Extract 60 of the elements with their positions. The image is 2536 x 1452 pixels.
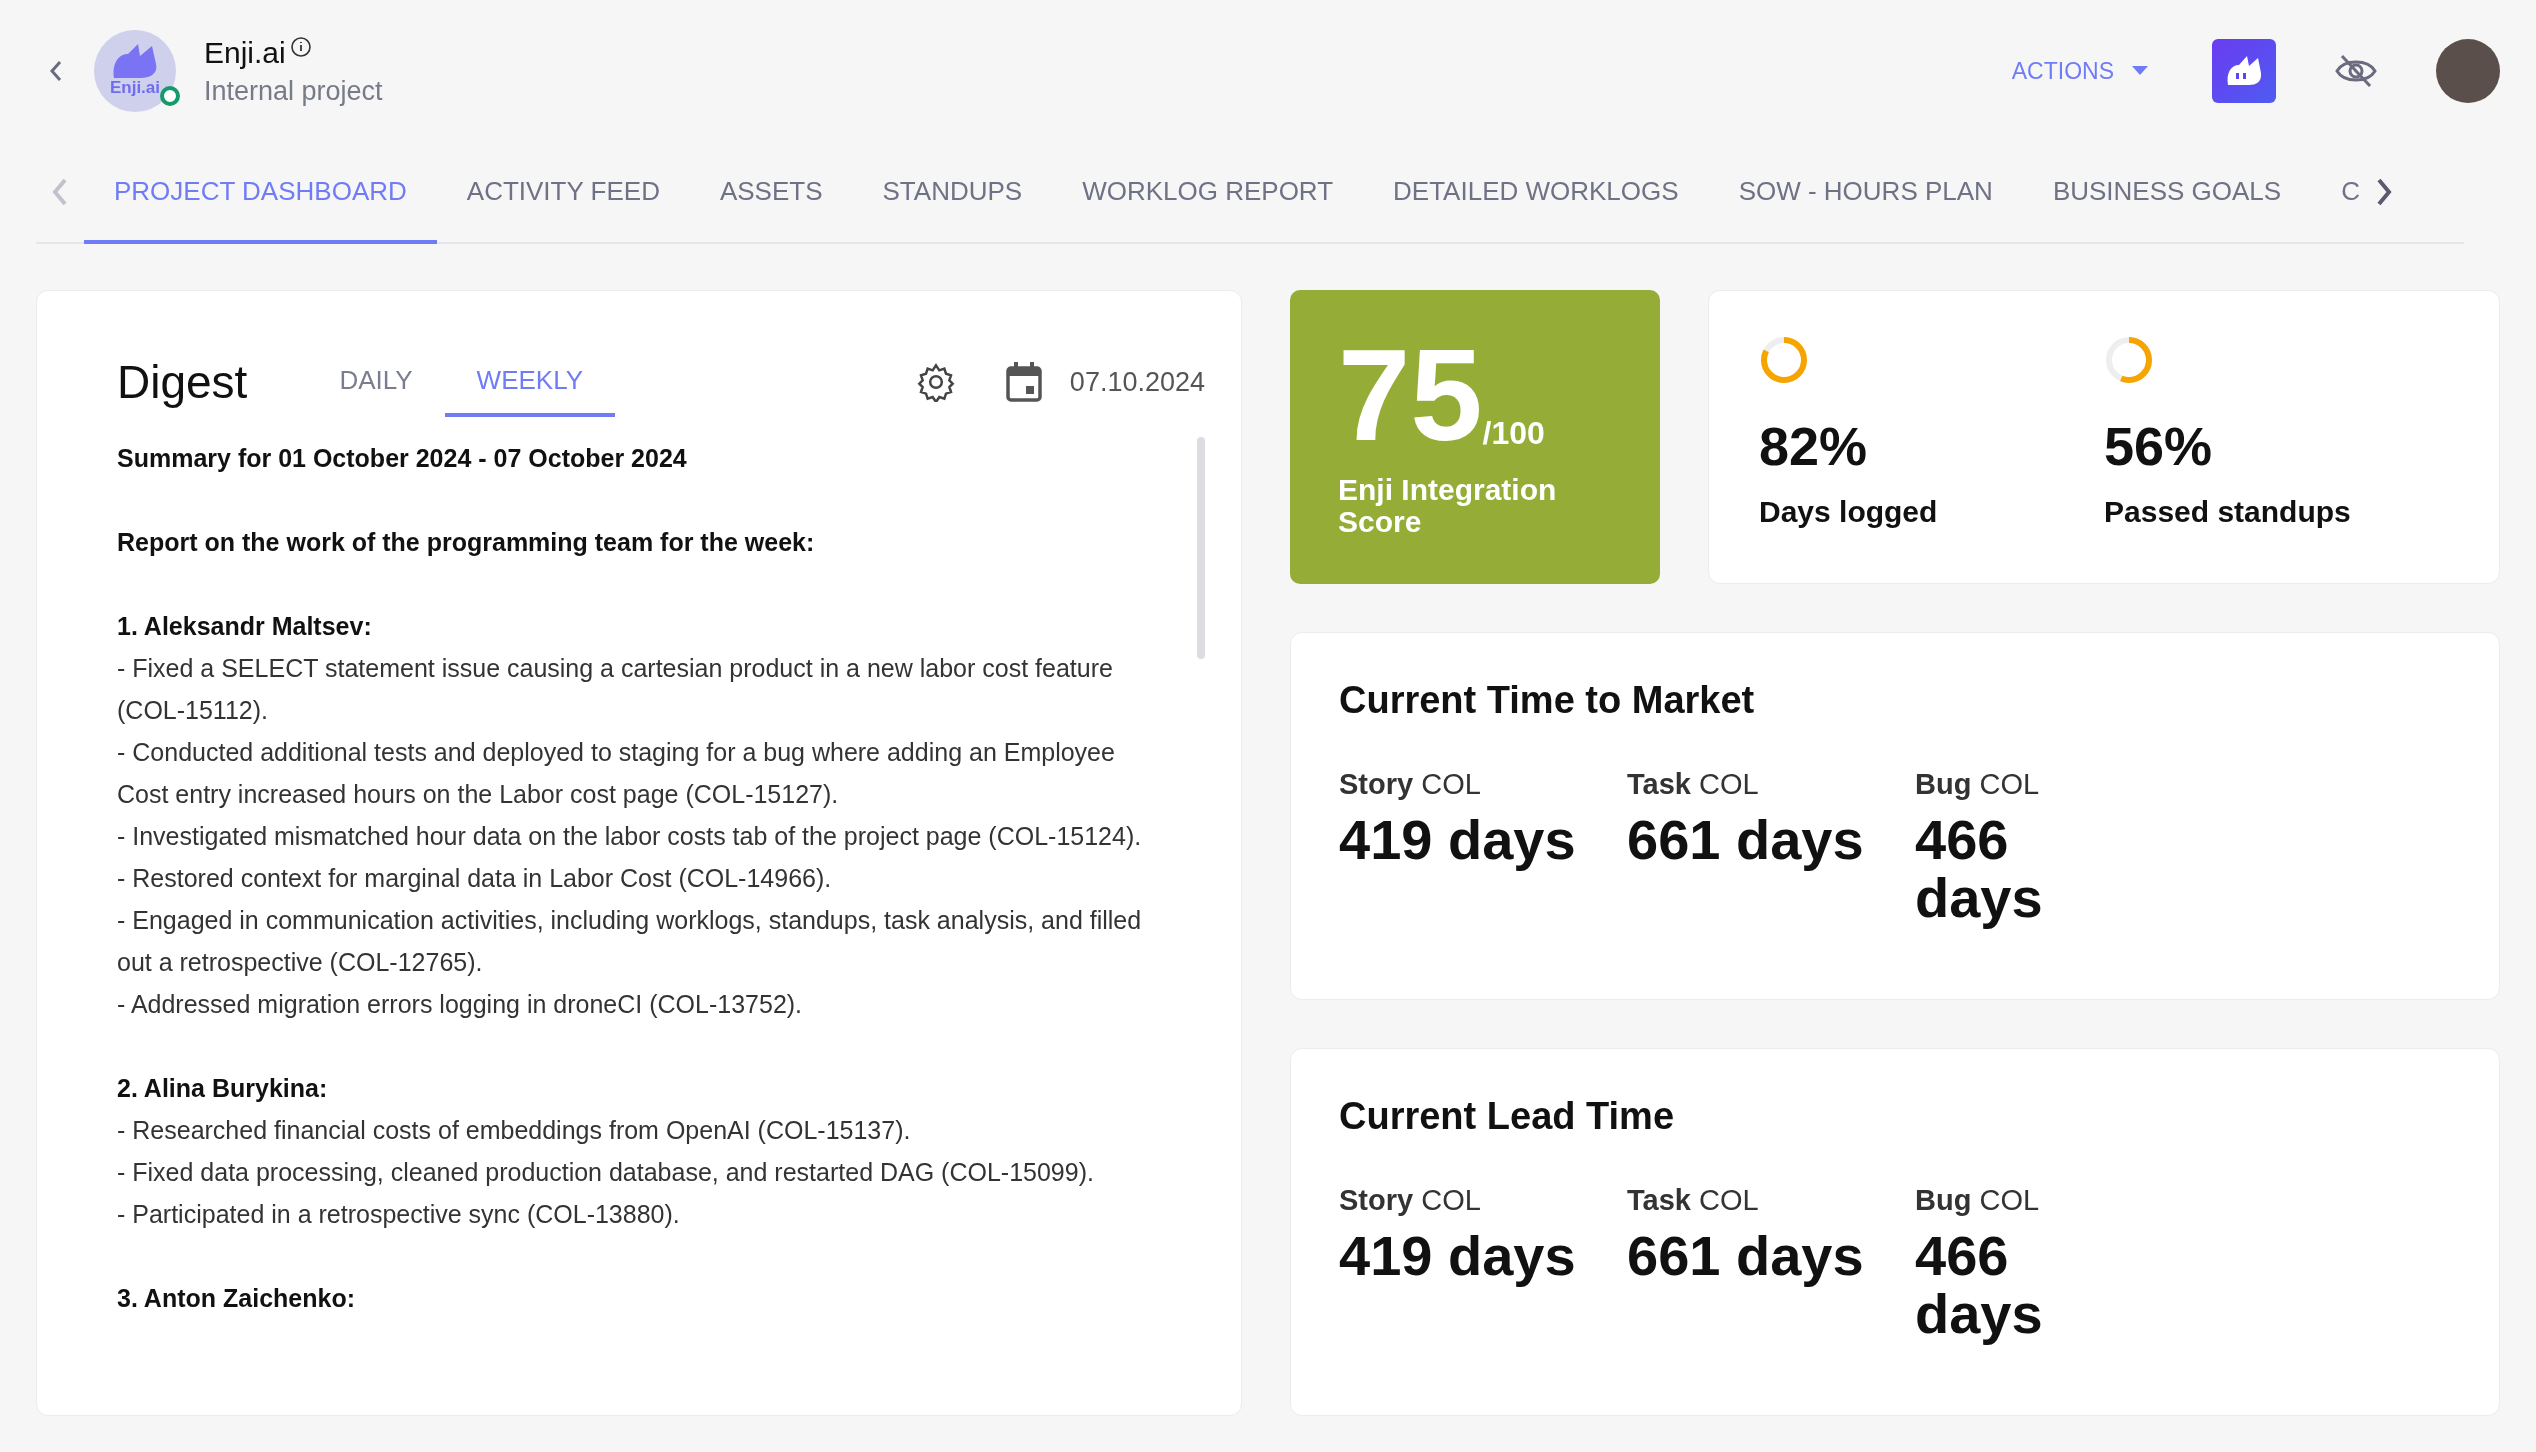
metric-value: 466 days bbox=[1915, 1227, 2044, 1343]
nav-tab[interactable]: BUSINESS GOALS bbox=[2022, 142, 2312, 244]
actions-dropdown[interactable]: ACTIONS bbox=[2005, 56, 2154, 86]
member-name: 1. Aleksandr Maltsev: bbox=[117, 611, 373, 642]
work-item: - Investigated mismatched hour data on the labor costs tab of the project page (COL-15124). bbox=[117, 821, 1143, 852]
work-item: - Addressed migration errors logging in droneCI (COL-13752). bbox=[117, 989, 804, 1020]
project-subtitle: Internal project bbox=[204, 75, 383, 107]
score-max: /100 bbox=[1482, 415, 1545, 452]
period-tab[interactable]: WEEKLY bbox=[444, 347, 616, 417]
metric-value: 419 days bbox=[1339, 811, 1577, 869]
scrollbar-thumb[interactable] bbox=[1197, 437, 1205, 659]
metric-label: Task COL bbox=[1627, 768, 1760, 801]
nav-tab[interactable]: PROJECT DASHBOARD bbox=[84, 142, 437, 244]
metric-label: Bug COL bbox=[1915, 768, 2041, 801]
nav-tab[interactable]: C bbox=[2311, 142, 2360, 244]
metric-value: 661 days bbox=[1627, 1227, 1865, 1285]
stat-value: 82% bbox=[1759, 415, 1869, 477]
nav-tab[interactable]: SOW - HOURS PLAN bbox=[1708, 142, 2023, 244]
metric-card-title: Current Lead Time bbox=[1339, 1095, 1676, 1138]
report-intro: Report on the work of the programming team for the week: bbox=[117, 527, 816, 558]
metric-label: Bug COL bbox=[1915, 1184, 2041, 1217]
nav-tab[interactable]: ACTIVITY FEED bbox=[436, 142, 690, 244]
work-item: - Researched financial costs of embeddings from OpenAI (COL-15137). bbox=[117, 1115, 912, 1146]
work-item: - Participated in a retrospective sync (COL-13880). bbox=[117, 1199, 681, 1230]
cat-logo-icon bbox=[2225, 55, 2263, 87]
metric-value: 466 days bbox=[1915, 811, 2044, 927]
metric-label: Task COL bbox=[1627, 1184, 1760, 1217]
stat-value: 56% bbox=[2104, 415, 2214, 477]
metric-card-title: Current Time to Market bbox=[1339, 679, 1756, 722]
logo-text: Enji.ai bbox=[109, 78, 161, 98]
work-item: - Restored context for marginal data in Labor Cost (COL-14966). bbox=[117, 863, 833, 894]
nav-tab[interactable]: WORKLOG REPORT bbox=[1052, 142, 1364, 244]
digest-title: Digest bbox=[117, 355, 248, 409]
score-value: 75 bbox=[1338, 330, 1483, 460]
app-logo-button[interactable] bbox=[2212, 39, 2276, 103]
member-name: 3. Anton Zaichenko: bbox=[117, 1283, 356, 1314]
work-item: - Engaged in communication activities, including worklogs, standups, task analysis, and filled out a retrospective (COL-12765). bbox=[117, 905, 1143, 978]
metric-label: Story COL bbox=[1339, 768, 1482, 801]
settings-icon[interactable] bbox=[915, 362, 956, 402]
member-name: 2. Alina Burykina: bbox=[117, 1073, 329, 1104]
nav-tab[interactable]: ASSETS bbox=[689, 142, 853, 244]
work-item: - Fixed a SELECT statement issue causing a cartesian product in a new labor cost feature (COL-15112). bbox=[117, 653, 1114, 726]
metric-label: Story COL bbox=[1339, 1184, 1482, 1217]
period-tab[interactable]: DAILY bbox=[307, 347, 445, 417]
nav-tab[interactable]: DETAILED WORKLOGS bbox=[1363, 142, 1709, 244]
digest-date[interactable]: 07.10.2024 bbox=[1069, 366, 1205, 398]
eye-off-icon[interactable] bbox=[2334, 53, 2378, 89]
stat-label: Passed standups bbox=[2104, 495, 2352, 529]
stat-label: Days logged bbox=[1759, 495, 1939, 529]
project-name: Enji.ai bbox=[204, 35, 286, 70]
work-item: - Fixed data processing, cleaned production database, and restarted DAG (COL-15099). bbox=[117, 1157, 1095, 1188]
nav-tab[interactable]: STANDUPS bbox=[852, 142, 1053, 244]
info-icon[interactable] bbox=[289, 35, 312, 58]
caret-icon bbox=[2132, 66, 2148, 76]
metric-value: 419 days bbox=[1339, 1227, 1577, 1285]
calendar-icon[interactable] bbox=[1005, 362, 1042, 402]
metric-value: 661 days bbox=[1627, 811, 1865, 869]
work-item: - Conducted additional tests and deployed to staging for a bug where adding an Employee Cost entry increased hours on the Labor cost page (COL-15127). bbox=[117, 737, 1116, 810]
score-label: Enji Integration Score bbox=[1338, 474, 1558, 538]
summary-heading: Summary for 01 October 2024 - 07 October 2024 bbox=[117, 443, 688, 474]
